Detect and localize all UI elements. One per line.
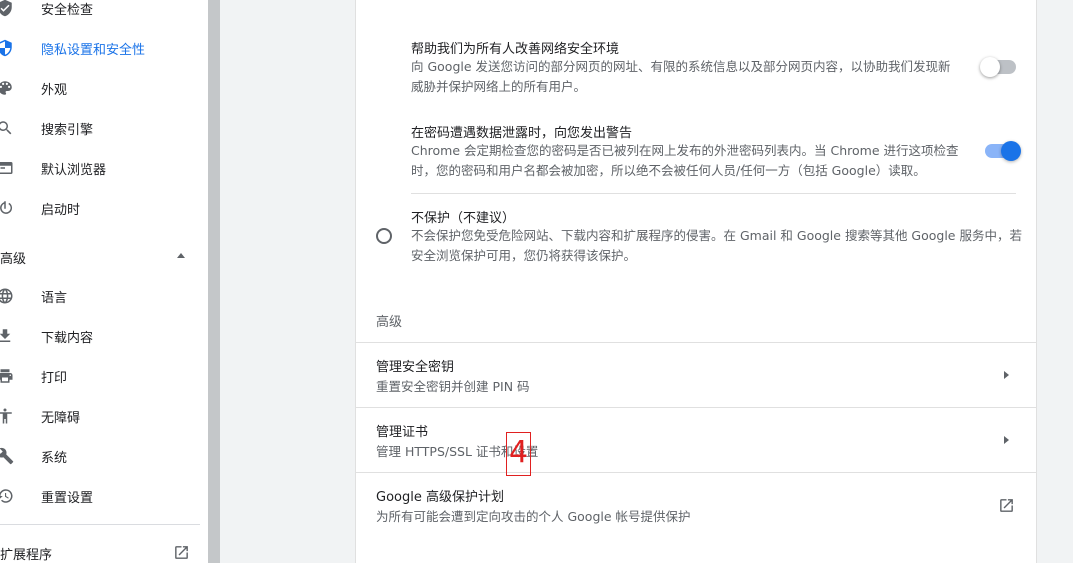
sidebar-item-on-startup[interactable]: 启动时 bbox=[0, 188, 208, 228]
manage-security-keys-row[interactable]: 管理安全密钥 重置安全密钥并创建 PIN 码 bbox=[356, 343, 1036, 407]
section-divider bbox=[411, 193, 1016, 194]
open-in-new-icon bbox=[998, 497, 1015, 514]
globe-icon bbox=[0, 287, 14, 305]
browser-window-icon bbox=[0, 159, 14, 177]
toggle-knob bbox=[980, 57, 1000, 77]
sidebar-item-label: 无障碍 bbox=[41, 410, 81, 426]
sidebar-item-label: 扩展程序 bbox=[0, 548, 53, 563]
sidebar-item-label: 外观 bbox=[41, 82, 68, 98]
advanced-protection-row[interactable]: Google 高级保护计划 为所有可能会遭到定向攻击的个人 Google 帐号提… bbox=[356, 473, 1036, 537]
download-icon bbox=[0, 327, 14, 345]
sidebar-item-label: 默认浏览器 bbox=[41, 162, 107, 178]
sidebar-advanced-toggle[interactable]: 高级 bbox=[0, 236, 208, 276]
restore-icon bbox=[0, 487, 14, 505]
open-in-new-icon bbox=[173, 544, 190, 561]
sidebar-item-label: 隐私设置和安全性 bbox=[41, 42, 146, 58]
power-icon bbox=[0, 199, 14, 217]
privacy-shield-icon bbox=[0, 39, 14, 57]
sidebar-item-label: 语言 bbox=[41, 290, 68, 306]
shield-check-icon bbox=[0, 0, 14, 17]
settings-sidebar: 安全检查 隐私设置和安全性 外观 搜索引擎 默认浏览器 启动时 高级 语言 下载… bbox=[0, 0, 208, 563]
password-leak-toggle[interactable] bbox=[985, 141, 1021, 161]
sidebar-item-extensions[interactable]: 扩展程序 bbox=[0, 536, 208, 563]
row-desc: 为所有可能会遭到定向攻击的个人 Google 帐号提供保护 bbox=[376, 509, 691, 524]
improve-security-title: 帮助我们为所有人改善网络安全环境 bbox=[411, 42, 620, 57]
improve-security-desc: 向 Google 发送您访问的部分网页的网址、有限的系统信息以及部分网页内容，以… bbox=[411, 59, 951, 94]
sidebar-item-default-browser[interactable]: 默认浏览器 bbox=[0, 148, 208, 188]
sidebar-item-privacy[interactable]: 隐私设置和安全性 bbox=[0, 28, 208, 68]
sidebar-item-search-engine[interactable]: 搜索引擎 bbox=[0, 108, 208, 148]
row-desc: 重置安全密钥并创建 PIN 码 bbox=[376, 379, 530, 394]
annotation-marker: 4 bbox=[506, 432, 531, 476]
sidebar-item-label: 下载内容 bbox=[41, 330, 94, 346]
row-title: Google 高级保护计划 bbox=[376, 490, 504, 505]
sidebar-item-label: 打印 bbox=[41, 370, 68, 386]
sidebar-item-languages[interactable]: 语言 bbox=[0, 276, 208, 316]
sidebar-item-label: 系统 bbox=[41, 450, 68, 466]
chevron-up-icon bbox=[177, 253, 185, 258]
wrench-icon bbox=[0, 447, 14, 465]
sidebar-item-safety-check[interactable]: 安全检查 bbox=[0, 0, 208, 28]
sidebar-item-appearance[interactable]: 外观 bbox=[0, 68, 208, 108]
improve-security-toggle[interactable] bbox=[980, 57, 1016, 77]
sidebar-item-accessibility[interactable]: 无障碍 bbox=[0, 396, 208, 436]
manage-certificates-row[interactable]: 管理证书 管理 HTTPS/SSL 证书和设置 bbox=[356, 408, 1036, 472]
sidebar-item-label: 启动时 bbox=[41, 202, 81, 218]
no-protection-radio[interactable] bbox=[376, 228, 392, 244]
toggle-knob bbox=[1001, 141, 1021, 161]
advanced-section-label: 高级 bbox=[376, 315, 403, 330]
sidebar-item-downloads[interactable]: 下载内容 bbox=[0, 316, 208, 356]
sidebar-item-label: 安全检查 bbox=[41, 2, 94, 18]
password-leak-title: 在密码遭遇数据泄露时，向您发出警告 bbox=[411, 126, 633, 141]
sidebar-item-system[interactable]: 系统 bbox=[0, 436, 208, 476]
sidebar-item-printing[interactable]: 打印 bbox=[0, 356, 208, 396]
sidebar-advanced-label: 高级 bbox=[0, 252, 27, 267]
printer-icon bbox=[0, 367, 14, 385]
row-title: 管理安全密钥 bbox=[376, 360, 455, 375]
sidebar-divider bbox=[0, 524, 200, 525]
search-icon bbox=[0, 119, 14, 137]
no-protection-title: 不保护（不建议） bbox=[411, 211, 516, 226]
chevron-right-icon bbox=[1004, 371, 1009, 379]
sidebar-item-label: 重置设置 bbox=[41, 490, 94, 506]
sidebar-item-label: 搜索引擎 bbox=[41, 122, 94, 138]
sidebar-scrollbar[interactable] bbox=[208, 0, 220, 563]
sidebar-item-reset[interactable]: 重置设置 bbox=[0, 476, 208, 516]
privacy-settings-card: 帮助我们为所有人改善网络安全环境 向 Google 发送您访问的部分网页的网址、… bbox=[355, 0, 1037, 563]
chevron-right-icon bbox=[1004, 436, 1009, 444]
accessibility-icon bbox=[0, 407, 14, 425]
no-protection-desc: 不会保护您免受危险网站、下载内容和扩展程序的侵害。在 Gmail 和 Googl… bbox=[411, 228, 1022, 263]
password-leak-desc: Chrome 会定期检查您的密码是否已被列在网上发布的外泄密码列表内。当 Chr… bbox=[411, 143, 959, 178]
palette-icon bbox=[0, 79, 14, 97]
row-title: 管理证书 bbox=[376, 425, 429, 440]
